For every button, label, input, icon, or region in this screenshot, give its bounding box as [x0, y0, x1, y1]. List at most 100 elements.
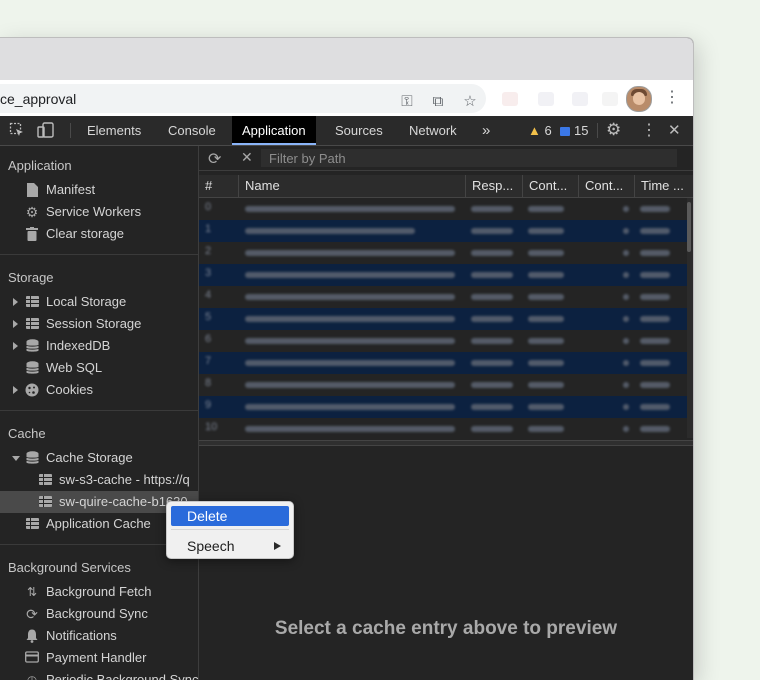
- table-row[interactable]: 1: [199, 220, 687, 242]
- sidebar-item-clear-storage[interactable]: Clear storage: [0, 223, 198, 245]
- column-header[interactable]: #: [199, 175, 239, 197]
- column-header[interactable]: Time ...: [635, 175, 693, 197]
- tab-sources[interactable]: Sources: [325, 116, 393, 145]
- sidebar-item-web-sql[interactable]: Web SQL: [0, 357, 198, 379]
- cache-entries-table[interactable]: 01234567891011: [199, 198, 687, 438]
- refresh-icon[interactable]: ⟳: [208, 149, 221, 169]
- blurred-response: [471, 316, 513, 322]
- row-number: 9: [205, 399, 212, 411]
- split-divider[interactable]: [199, 440, 693, 446]
- expand-arrow-icon[interactable]: [13, 342, 18, 350]
- table-row[interactable]: 9: [199, 396, 687, 418]
- column-header[interactable]: Resp...: [466, 175, 523, 197]
- extension-icon[interactable]: [572, 92, 588, 106]
- sidebar-item-cookies[interactable]: Cookies: [0, 379, 198, 401]
- table-row[interactable]: 2: [199, 242, 687, 264]
- blurred-response: [471, 250, 513, 256]
- clock-icon: ◷: [26, 673, 38, 680]
- browser-tab-strip: [0, 38, 693, 81]
- table-row[interactable]: 10: [199, 418, 687, 438]
- blurred-time: [640, 426, 670, 432]
- table-icon: [39, 496, 52, 507]
- expand-arrow-icon[interactable]: [13, 320, 18, 328]
- sidebar-item-service-workers[interactable]: ⚙ Service Workers: [0, 201, 198, 223]
- table-row[interactable]: 8: [199, 374, 687, 396]
- tab-console[interactable]: Console: [158, 116, 226, 145]
- devtools-menu-icon[interactable]: ⋮: [641, 122, 657, 139]
- blurred-content-length: [623, 316, 629, 322]
- table-row[interactable]: 5: [199, 308, 687, 330]
- collapse-arrow-icon[interactable]: [12, 456, 20, 461]
- expand-arrow-icon[interactable]: [13, 386, 18, 394]
- extension-icon[interactable]: [602, 92, 618, 106]
- filter-input[interactable]: [261, 149, 677, 167]
- star-icon[interactable]: ☆: [461, 93, 479, 111]
- column-header[interactable]: Cont...: [523, 175, 579, 197]
- more-tabs-button[interactable]: »: [472, 116, 500, 145]
- table-row[interactable]: 6: [199, 330, 687, 352]
- tab-application[interactable]: Application: [232, 116, 316, 145]
- row-number: 1: [205, 223, 212, 235]
- section-application: Application: [8, 158, 72, 173]
- table-icon: [26, 296, 39, 307]
- sidebar-item-background-fetch[interactable]: ⇅ Background Fetch: [0, 581, 198, 603]
- blurred-name: [245, 294, 455, 300]
- blurred-time: [640, 404, 670, 410]
- sidebar-item-cache-storage[interactable]: Cache Storage: [0, 447, 198, 469]
- sidebar-item-periodic-background-sync[interactable]: ◷ Periodic Background Sync: [0, 669, 198, 680]
- device-toolbar-icon[interactable]: [37, 122, 55, 142]
- tab-elements[interactable]: Elements: [77, 116, 151, 145]
- clear-icon[interactable]: ✕: [241, 149, 253, 166]
- sidebar-item-indexeddb[interactable]: IndexedDB: [0, 335, 198, 357]
- table-icon: [26, 318, 39, 329]
- scrollbar-thumb[interactable]: [687, 202, 691, 252]
- section-cache: Cache: [8, 426, 46, 441]
- column-header[interactable]: Name: [239, 175, 466, 197]
- sidebar-item-label: Periodic Background Sync: [46, 672, 198, 680]
- blurred-content-length: [623, 228, 629, 234]
- table-row[interactable]: 3: [199, 264, 687, 286]
- table-row[interactable]: 0: [199, 198, 687, 220]
- blurred-content-type: [528, 360, 564, 366]
- context-menu-delete[interactable]: Delete: [171, 506, 289, 526]
- blurred-response: [471, 426, 513, 432]
- row-number: 0: [205, 201, 212, 213]
- blurred-response: [471, 338, 513, 344]
- table-header: # Name Resp... Cont... Cont... Time ...: [199, 175, 693, 198]
- key-icon[interactable]: ⚿: [398, 93, 416, 111]
- sidebar-item-label: Local Storage: [46, 294, 127, 309]
- tab-network[interactable]: Network: [399, 116, 467, 145]
- column-header[interactable]: Cont...: [579, 175, 635, 197]
- sidebar-item-session-storage[interactable]: Session Storage: [0, 313, 198, 335]
- extension-icon[interactable]: [502, 92, 518, 106]
- blurred-name: [245, 250, 455, 256]
- sidebar-item-notifications[interactable]: Notifications: [0, 625, 198, 647]
- sidebar-item-background-sync[interactable]: ⟳ Background Sync: [0, 603, 198, 625]
- blurred-response: [471, 272, 513, 278]
- sidebar-item-manifest[interactable]: Manifest: [0, 179, 198, 201]
- blurred-name: [245, 404, 455, 410]
- extension-icon[interactable]: [538, 92, 554, 106]
- bell-icon: [25, 629, 39, 643]
- trash-icon: [25, 227, 39, 241]
- context-menu-speech[interactable]: Speech: [171, 536, 289, 556]
- sidebar-item-label: Session Storage: [46, 316, 142, 331]
- close-devtools-icon[interactable]: ✕: [668, 122, 681, 139]
- blurred-content-type: [528, 316, 564, 322]
- blurred-name: [245, 360, 455, 366]
- issues-counter[interactable]: ▲ 6 15: [528, 123, 588, 138]
- table-row[interactable]: 4: [199, 286, 687, 308]
- more-vert-icon[interactable]: ⋮: [663, 89, 681, 107]
- expand-arrow-icon[interactable]: [13, 298, 18, 306]
- sidebar-item-cache-entry[interactable]: sw-s3-cache - https://q: [0, 469, 198, 491]
- sidebar-item-local-storage[interactable]: Local Storage: [0, 291, 198, 313]
- address-bar[interactable]: ce_approval ⚿ ⧉ ☆: [0, 84, 486, 113]
- profile-avatar[interactable]: [626, 86, 652, 112]
- file-icon: [25, 183, 39, 197]
- blurred-content-type: [528, 250, 564, 256]
- table-row[interactable]: 7: [199, 352, 687, 374]
- inspect-element-icon[interactable]: [9, 122, 25, 142]
- sidebar-item-payment-handler[interactable]: Payment Handler: [0, 647, 198, 669]
- open-external-icon[interactable]: ⧉: [429, 93, 447, 111]
- settings-gear-icon[interactable]: ⚙: [606, 121, 621, 138]
